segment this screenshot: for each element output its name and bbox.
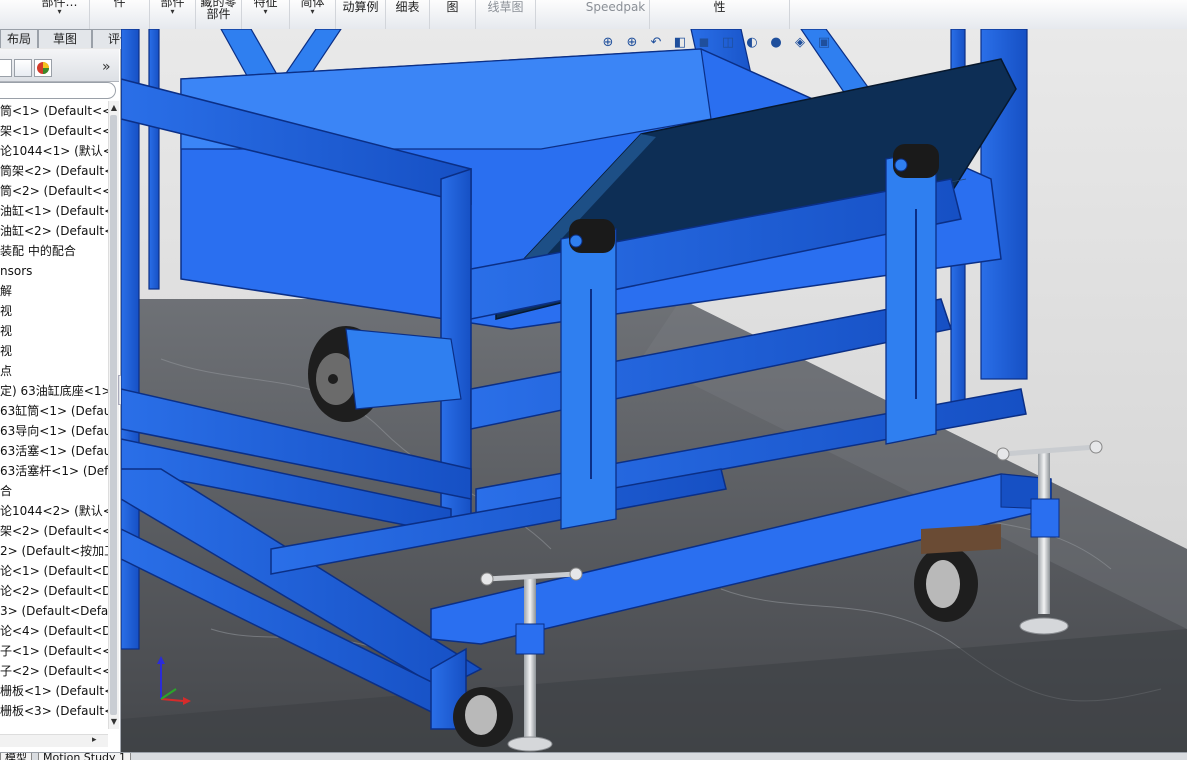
feature-tree-item[interactable]: 视	[0, 321, 108, 341]
feature-tree-item[interactable]: 架<2> (Default<<	[0, 521, 108, 541]
feature-tree-item[interactable]: 油缸<2> (Default<	[0, 221, 108, 241]
feature-tree-item[interactable]: 子<2> (Default<<	[0, 661, 108, 681]
apply-scene-icon[interactable]: ◈	[791, 34, 809, 52]
feature-tree-item[interactable]: 筒架<2> (Default<	[0, 161, 108, 181]
feature-tree-item[interactable]: 63活塞<1> (Defau	[0, 441, 108, 461]
configuration-manager-tab-icon[interactable]	[14, 59, 32, 77]
display-style-icon[interactable]: ◫	[719, 34, 737, 52]
scroll-up-icon[interactable]: ▲	[110, 103, 118, 113]
feature-tree-item[interactable]: 子<1> (Default<<	[0, 641, 108, 661]
feature-tree-item[interactable]: 装配 中的配合	[0, 241, 108, 261]
ribbon-button-7[interactable]: 细表	[386, 0, 430, 29]
tree-vertical-scrollbar[interactable]: ▲ ▼	[108, 101, 119, 729]
dropdown-arrow-icon[interactable]: ▾	[30, 8, 89, 16]
dropdown-arrow-icon[interactable]: ▾	[290, 8, 335, 16]
feature-tree-item[interactable]: 筒<2> (Default<<D	[0, 181, 108, 201]
feature-tree-item[interactable]: 架<1> (Default<<	[0, 121, 108, 141]
feature-tree-item[interactable]: 论<2> (Default<De	[0, 581, 108, 601]
ribbon-button-6[interactable]: 动算例	[336, 0, 386, 29]
feature-tree-item[interactable]: nsors	[0, 261, 108, 281]
ribbon-button-11[interactable]: 性	[650, 0, 790, 29]
previous-view-icon[interactable]: ↶	[647, 34, 665, 52]
display-manager-tab-icon[interactable]	[34, 59, 52, 77]
feature-tree-item[interactable]: 合	[0, 481, 108, 501]
ribbon-button-label-2: 部件	[206, 7, 231, 21]
command-manager-ribbon: 部件… ▾ 件部件 ▾ 藏的零 部件 特征 ▾ 简体 ▾ 动算例 细表图线草图 Speedpak 性	[0, 0, 1187, 30]
edit-appearance-icon[interactable]: ●	[767, 34, 785, 52]
feature-tree-item[interactable]: 63缸筒<1> (Defau	[0, 401, 108, 421]
ribbon-button-label: 线草图	[487, 0, 524, 14]
feature-tree-item[interactable]: 3> (Default<Defau	[0, 601, 108, 621]
ribbon-button-4[interactable]: 特征 ▾	[242, 0, 290, 29]
feature-tree-item[interactable]: 63导向<1> (Defau	[0, 421, 108, 441]
panel-toolbar: »	[0, 49, 119, 82]
graphics-viewport[interactable]: ⊕ ⊕ ↶ ◧ ◼ ◫ ◐ ● ◈ ▣	[121, 29, 1187, 752]
ribbon-button-label: 细表	[395, 0, 420, 14]
assembly-model-render	[121, 29, 1187, 752]
expand-panel-icon[interactable]: »	[102, 59, 111, 75]
property-manager-tab-icon[interactable]	[0, 59, 12, 77]
ribbon-button-0[interactable]: 部件… ▾	[30, 0, 90, 29]
tree-horizontal-scrollbar[interactable]: ▸	[0, 734, 108, 747]
feature-tree-item[interactable]: 栅板<1> (Default<	[0, 681, 108, 701]
feature-tree-item[interactable]: 2> (Default<按加工	[0, 541, 108, 561]
feature-tree: 筒<1> (Default<<D架<1> (Default<<论1044<1> …	[0, 101, 108, 721]
ribbon-button-9[interactable]: 线草图	[476, 0, 536, 29]
ribbon-button-label: 动算例	[342, 0, 379, 14]
ribbon-button-label: Speedpak	[585, 0, 646, 14]
ribbon-button-label: 件	[113, 0, 126, 9]
feature-tree-item[interactable]: 论<4> (Default<De	[0, 621, 108, 641]
feature-tree-item[interactable]: 油缸<1> (Default<	[0, 201, 108, 221]
scroll-thumb[interactable]	[110, 115, 117, 715]
feature-tree-item[interactable]: 论<1> (Default<De	[0, 561, 108, 581]
tab-0[interactable]: 布局	[0, 29, 38, 48]
feature-tree-item[interactable]: 63活塞杆<1> (Def	[0, 461, 108, 481]
hide-show-icon[interactable]: ◐	[743, 34, 761, 52]
feature-tree-item[interactable]: 论1044<2> (默认<	[0, 501, 108, 521]
dropdown-arrow-icon[interactable]: ▾	[150, 8, 195, 16]
feature-tree-item[interactable]: 解	[0, 281, 108, 301]
feature-tree-item[interactable]: 定) 63油缸底座<1>	[0, 381, 108, 401]
feature-manager-panel: » 筒<1> (Default<<D架<1> (Default<<论1044<1…	[0, 49, 121, 752]
zoom-to-fit-icon[interactable]: ⊕	[599, 34, 617, 52]
feature-tree-item[interactable]: 栅板<3> (Default<	[0, 701, 108, 721]
ribbon-button-label: 图	[446, 0, 459, 14]
ribbon-button-label: 性	[713, 0, 726, 14]
ribbon-button-8[interactable]: 图	[430, 0, 476, 29]
scroll-down-icon[interactable]: ▼	[110, 717, 118, 727]
feature-tree-item[interactable]: 视	[0, 301, 108, 321]
ribbon-button-2[interactable]: 部件 ▾	[150, 0, 196, 29]
ribbon-button-1[interactable]: 件	[90, 0, 150, 29]
dropdown-arrow-icon[interactable]: ▾	[242, 8, 289, 16]
scroll-right-icon[interactable]: ▸	[92, 735, 97, 745]
ribbon-button-5[interactable]: 简体 ▾	[290, 0, 336, 29]
feature-tree-item[interactable]: 视	[0, 341, 108, 361]
tree-filter-input[interactable]	[0, 82, 116, 99]
view-settings-icon[interactable]: ▣	[815, 34, 833, 52]
view-orientation-icon[interactable]: ◼	[695, 34, 713, 52]
section-view-icon[interactable]: ◧	[671, 34, 689, 52]
feature-tree-item[interactable]: 筒<1> (Default<<D	[0, 101, 108, 121]
ribbon-button-10[interactable]: Speedpak	[582, 0, 650, 29]
feature-tree-item[interactable]: 论1044<1> (默认<	[0, 141, 108, 161]
feature-tree-item[interactable]: 点	[0, 361, 108, 381]
ribbon-button-3[interactable]: 藏的零 部件	[196, 0, 242, 29]
zoom-area-icon[interactable]: ⊕	[623, 34, 641, 52]
tab-1[interactable]: 草图	[38, 29, 92, 48]
